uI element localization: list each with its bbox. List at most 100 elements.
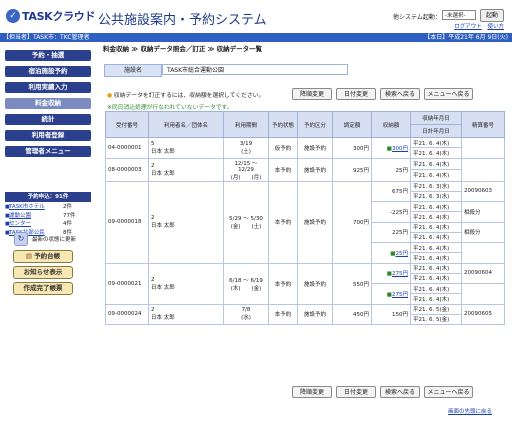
completed-forms-button[interactable]: 作成完了帳票 xyxy=(13,282,73,295)
back-to-menu-button-bottom[interactable]: メニューへ戻る xyxy=(424,386,473,398)
collected-amount-cell: ■275円 xyxy=(371,262,411,284)
menu-lodging[interactable]: 宿泊施設予約 xyxy=(5,66,91,77)
reservation-ledger-button[interactable]: ▤ 予約台帳 xyxy=(13,250,73,263)
kind-cell: 施設予約 xyxy=(297,137,333,159)
settlement-no-cell xyxy=(461,242,505,264)
period-weekday: (土) xyxy=(241,148,251,155)
refresh-control[interactable]: ↻ 最新の状態に更新 xyxy=(14,232,76,246)
facility-value: TASK市総合運動公園 xyxy=(162,64,348,75)
menu-usage-input[interactable]: 利用実績入力 xyxy=(5,82,91,93)
col-settlement-no: 精算番号 xyxy=(461,111,505,138)
back-to-menu-button[interactable]: メニューへ戻る xyxy=(424,88,473,100)
info-bar: 【担当者】TASK市：TKC管理者 【本日】平成21年 6月 9日(火) xyxy=(0,33,512,42)
operator-info: 【担当者】TASK市：TKC管理者 xyxy=(3,34,90,41)
collected-amount: 150円 xyxy=(392,312,408,319)
notice-link[interactable]: TASK市ホテル xyxy=(9,203,63,212)
back-to-search-button-bottom[interactable]: 検索へ戻る xyxy=(380,386,420,398)
collected-amount: -225円 xyxy=(390,209,408,216)
notice-item: ■ センター 4件 xyxy=(5,220,72,229)
hint-text: ● 収納データを訂正するには、収納額を選択してください。 xyxy=(107,93,265,99)
logo-text: TASKクラウド xyxy=(22,10,96,23)
period-range: 12/15 ～ 12/29 xyxy=(234,160,258,173)
back-to-top-link[interactable]: 画面の先頭に戻る xyxy=(448,407,492,415)
date-change-button-bottom[interactable]: 日付変更 xyxy=(336,386,376,398)
menu-user-registration[interactable]: 利用者登録 xyxy=(5,130,91,141)
settlement-no-cell: 相殺分 xyxy=(461,201,505,223)
user-name: 日本 太郎 xyxy=(151,170,175,177)
col-user-name: 利用者名／団体名 xyxy=(148,111,224,138)
collected-amount-cell: ■25円 xyxy=(371,242,411,264)
col-reception-no: 受付番号 xyxy=(105,111,149,138)
user-name: 日本 太郎 xyxy=(151,284,175,291)
period-weekday: (水) xyxy=(241,315,251,322)
back-to-search-button[interactable]: 検索へ戻る xyxy=(380,88,420,100)
col-status: 予約状態 xyxy=(268,111,298,138)
daily-date-cell: 平21. 6. 4(木) xyxy=(410,293,462,305)
menu-fee-collection[interactable]: 料金収納 xyxy=(5,98,91,109)
system-select[interactable]: -未選択- xyxy=(442,10,476,20)
kind-cell: 施設予約 xyxy=(297,262,333,305)
user-cell: 2 日本 太郎 xyxy=(148,303,224,325)
collected-amount-cell: 150円 xyxy=(371,303,411,325)
period-cell: 6/18 ～ 6/19 (木) (金) xyxy=(223,262,269,305)
app-header: ✓ TASKクラウド 公共施設案内・予約システム 他システム起動： -未選択- … xyxy=(0,0,512,33)
help-link[interactable]: 使い方 xyxy=(487,24,504,30)
menu-admin[interactable]: 管理者メニュー xyxy=(5,146,91,157)
period-cell: 5/29 ～ 5/30 (金) (土) xyxy=(223,180,269,264)
logout-link[interactable]: ログアウト xyxy=(454,24,482,30)
daily-date-cell: 平21. 6. 4(木) xyxy=(410,252,462,264)
refresh-icon[interactable]: ↻ xyxy=(14,232,28,246)
launch-button[interactable]: 起動 xyxy=(480,9,504,22)
collected-amount-link[interactable]: 275円 xyxy=(392,271,408,277)
collected-amount-link[interactable]: 300円 xyxy=(392,146,408,152)
assessed-amount-cell: 550円 xyxy=(332,262,372,305)
col-kind: 予約区分 xyxy=(297,111,333,138)
reception-no-cell: 09-0000024 xyxy=(105,303,149,325)
reception-no-cell: 04-0000001 xyxy=(105,137,149,159)
user-cell: 2 日本 太郎 xyxy=(148,262,224,305)
col-collected-date: 収納年月日 xyxy=(410,111,462,125)
period-range: 6/18 ～ 6/19 xyxy=(229,277,263,284)
user-cell: 2 日本 太郎 xyxy=(148,180,224,264)
settlement-no-cell: 20090604 xyxy=(461,262,505,284)
menu-reservation[interactable]: 予約・抽選 xyxy=(5,50,91,61)
notice-title: 予約申込：91件 xyxy=(5,192,91,202)
sort-order-button[interactable]: 降順変更 xyxy=(292,88,332,100)
daily-date-cell: 平21. 6. 4(木) xyxy=(410,169,462,182)
table-row: 09-0000018 2 日本 太郎 5/29 ～ 5/30 (金) (土) 本予約 施設予… xyxy=(105,180,505,264)
status-cell: 仮予約 xyxy=(268,137,298,159)
collected-amount: 225円 xyxy=(392,230,408,237)
collected-amount-link[interactable]: 275円 xyxy=(392,292,408,298)
reception-no-cell: 08-0000003 xyxy=(105,157,149,182)
user-name: 日本 太郎 xyxy=(151,148,175,155)
table-row: 09-0000021 2 日本 太郎 6/18 ～ 6/19 (木) (金) 本予約 施設予… xyxy=(105,262,505,305)
notice-item: ■ TASK市ホテル 2件 xyxy=(5,203,72,212)
date-change-button[interactable]: 日付変更 xyxy=(336,88,376,100)
menu-statistics[interactable]: 統計 xyxy=(5,114,91,125)
col-assessed: 調定額 xyxy=(332,111,372,138)
reception-no-cell: 09-0000018 xyxy=(105,180,149,264)
sort-order-button-bottom[interactable]: 降順変更 xyxy=(292,386,332,398)
notice-link[interactable]: 運動公園 xyxy=(9,212,63,221)
notice-link[interactable]: センター xyxy=(9,220,63,229)
collected-amount-link[interactable]: 25円 xyxy=(396,251,409,257)
period-cell: 3/19 (土) xyxy=(223,137,269,159)
warning-text: ※同日消込処理が行なわれていないデータです。 xyxy=(107,105,233,111)
collected-date-cell: 平21. 6. 4(木) xyxy=(410,282,462,295)
assessed-amount-cell: 300円 xyxy=(332,137,372,159)
header-links: ログアウト 使い方 xyxy=(450,22,504,30)
collected-date-cell: 平21. 6. 4(木) xyxy=(410,157,462,170)
today-info: 【本日】平成21年 6月 9日(火) xyxy=(424,34,508,41)
breadcrumb: 料金収納 ≫ 収納データ照会／訂正 ≫ 収納データ一覧 xyxy=(103,45,263,53)
status-cell: 本予約 xyxy=(268,180,298,264)
user-cell: 5 日本 太郎 xyxy=(148,137,224,159)
collected-amount-cell: 25円 xyxy=(371,157,411,182)
notice-display-button[interactable]: お知らせ表示 xyxy=(13,266,73,279)
table-row: 08-0000003 2 日本 太郎 12/15 ～ 12/29 (月) (月) 本予約施… xyxy=(105,157,505,182)
col-daily-date: 日計年月日 xyxy=(410,124,462,138)
settlement-no-cell: 相殺分 xyxy=(461,221,505,243)
facility-label: 施設名 xyxy=(104,64,162,77)
table-row: 04-0000001 5 日本 太郎 3/19 (土) 仮予約 施設予約 300円 ■300円平… xyxy=(105,136,505,159)
table-header-row: 受付番号 利用者名／団体名 利用期間 予約状態 予約区分 調定額 収納額 収納年… xyxy=(105,111,505,138)
period-range: 5/29 ～ 5/30 xyxy=(229,216,263,222)
